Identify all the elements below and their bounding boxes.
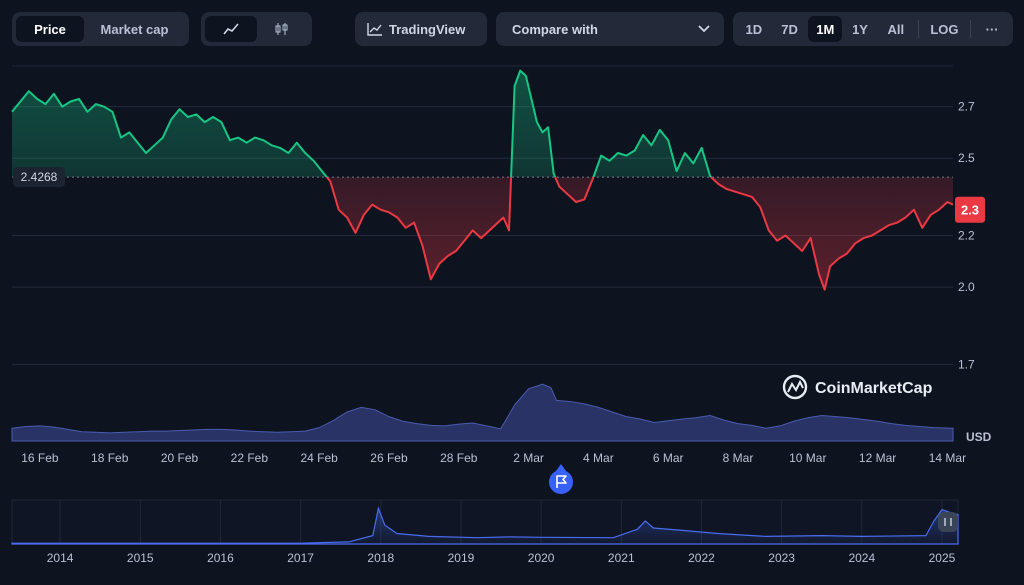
x-tick-label: 24 Feb xyxy=(300,451,338,465)
year-label: 2023 xyxy=(768,551,795,565)
flag-pointer xyxy=(556,464,566,471)
year-label: 2018 xyxy=(367,551,394,565)
price-area-down xyxy=(12,177,953,290)
volume-area xyxy=(11,383,954,442)
volume-bars xyxy=(11,383,954,442)
current-price-label: 2.3 xyxy=(961,203,979,218)
coinmarketcap-watermark: CoinMarketCap xyxy=(782,374,933,400)
x-tick-label: 22 Feb xyxy=(231,451,269,465)
y-tick-label: 2.5 xyxy=(958,151,975,165)
x-tick-label: 12 Mar xyxy=(859,451,896,465)
year-label: 2024 xyxy=(848,551,875,565)
x-tick-label: 14 Mar xyxy=(929,451,966,465)
year-label: 2019 xyxy=(448,551,475,565)
event-flag-marker[interactable] xyxy=(549,464,573,494)
flag-icon xyxy=(549,470,573,494)
overview-navigator[interactable]: 2014 2015 2016 2017 2018 2019 2020 2021 2022 2023… xyxy=(11,499,959,565)
year-label: 2015 xyxy=(127,551,154,565)
y-tick-label: 1.7 xyxy=(958,357,975,371)
range-handle-icon xyxy=(938,512,958,532)
currency-label: USD xyxy=(966,430,992,444)
y-tick-label: 2.0 xyxy=(958,280,975,294)
year-label: 2014 xyxy=(47,551,74,565)
price-area xyxy=(12,70,953,290)
year-label: 2021 xyxy=(608,551,635,565)
x-tick-label: 20 Feb xyxy=(161,451,199,465)
year-label: 2022 xyxy=(688,551,715,565)
year-label: 2016 xyxy=(207,551,234,565)
x-tick-label: 4 Mar xyxy=(583,451,614,465)
y-tick-label: 2.7 xyxy=(958,100,975,114)
coinmarketcap-logo-mark xyxy=(787,379,804,393)
year-label: 2017 xyxy=(287,551,314,565)
year-label: 2020 xyxy=(528,551,555,565)
x-tick-label: 28 Feb xyxy=(440,451,478,465)
x-tick-label: 8 Mar xyxy=(723,451,754,465)
x-tick-label: 2 Mar xyxy=(513,451,544,465)
x-tick-label: 26 Feb xyxy=(370,451,408,465)
x-axis: 16 Feb 18 Feb 20 Feb 22 Feb 24 Feb 26 Feb 28 F… xyxy=(21,451,966,465)
reference-value-label: 2.4268 xyxy=(21,170,58,184)
x-tick-label: 10 Mar xyxy=(789,451,826,465)
year-label: 2025 xyxy=(929,551,956,565)
x-tick-label: 18 Feb xyxy=(91,451,129,465)
x-tick-label: 6 Mar xyxy=(653,451,684,465)
price-chart[interactable]: 2.7 2.5 2.2 2.0 1.7 USD 16 Feb 18 Feb 20 Feb 22 … xyxy=(0,0,1024,585)
y-axis: 2.7 2.5 2.2 2.0 1.7 USD xyxy=(958,100,992,444)
y-tick-label: 2.2 xyxy=(958,229,975,243)
watermark-text: CoinMarketCap xyxy=(815,380,933,397)
x-tick-label: 16 Feb xyxy=(21,451,59,465)
